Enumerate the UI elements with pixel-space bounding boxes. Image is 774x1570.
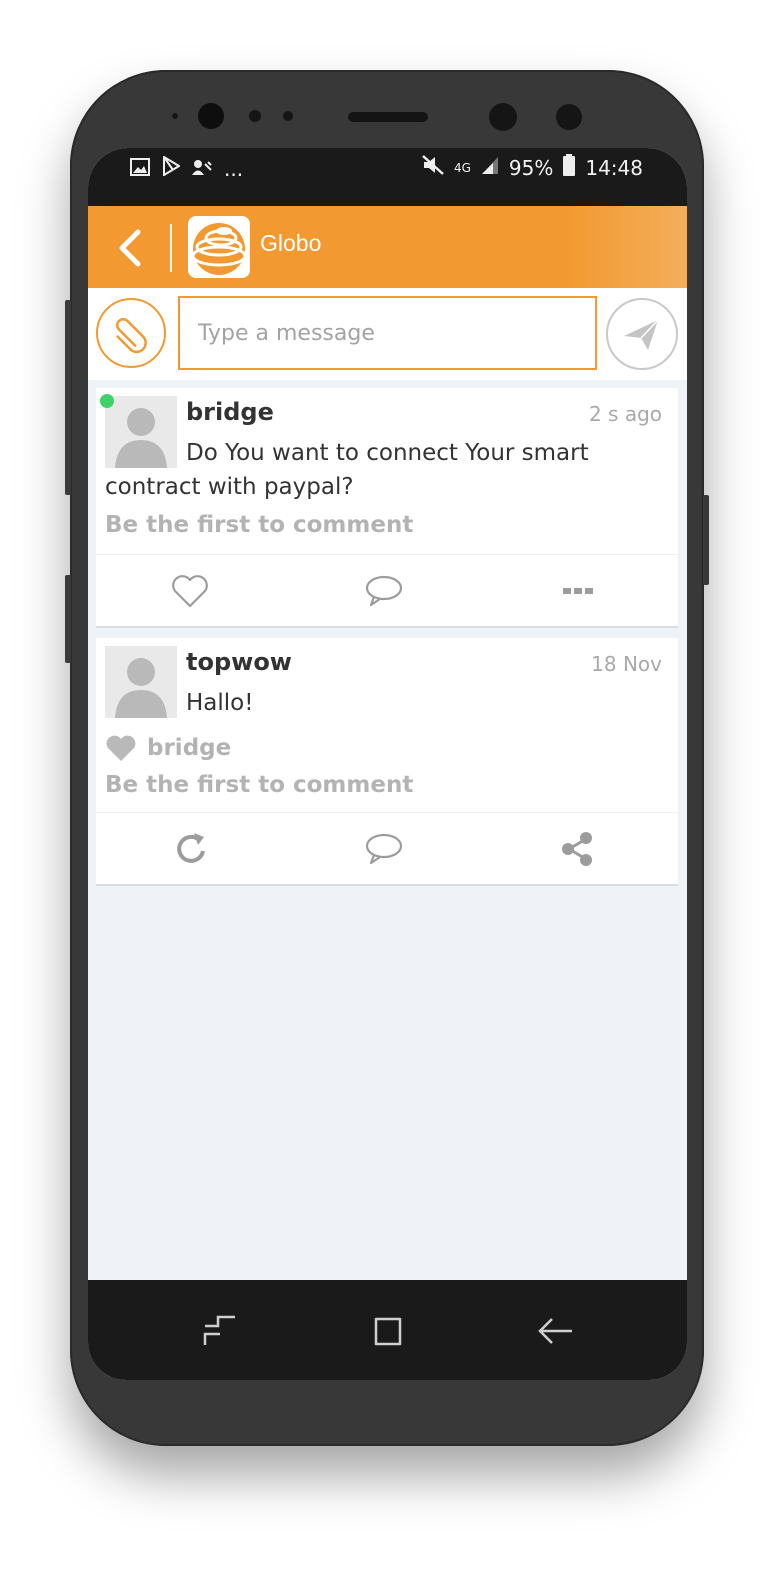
avatar[interactable] xyxy=(105,396,177,468)
app-title: Globo xyxy=(260,230,322,256)
heart-filled-icon xyxy=(106,735,136,761)
divider xyxy=(170,224,172,272)
volume-button xyxy=(65,300,71,495)
avatar[interactable] xyxy=(105,646,177,718)
iris-scanner xyxy=(489,103,517,131)
post-card: topwow 18 Nov Hallo! bridge Be the first… xyxy=(96,638,678,886)
liked-by-name: bridge xyxy=(147,735,232,761)
message-input[interactable] xyxy=(178,296,597,370)
front-camera xyxy=(198,103,224,129)
comment-button[interactable] xyxy=(362,827,406,871)
more-button[interactable] xyxy=(556,569,600,613)
image-icon xyxy=(130,157,150,181)
iris-sensor xyxy=(556,104,582,130)
signal-icon xyxy=(481,155,499,180)
post-time: 2 s ago xyxy=(588,402,662,426)
bixby-button xyxy=(65,575,71,663)
post-body: Hallo! xyxy=(186,690,254,716)
screen: ... 4G 95% 14:48 Globo Type a message br… xyxy=(88,148,687,1380)
home-button[interactable] xyxy=(368,1314,408,1348)
post-card: bridge 2 s ago Do You want to connect Yo… xyxy=(96,388,678,628)
send-button[interactable] xyxy=(606,298,678,370)
system-back-button[interactable] xyxy=(536,1314,576,1348)
battery-icon xyxy=(563,154,576,181)
network-share-icon xyxy=(192,157,212,181)
repost-icon xyxy=(177,833,205,863)
comment-button[interactable] xyxy=(362,569,406,613)
comment-prompt[interactable]: Be the first to comment xyxy=(105,512,413,538)
power-button xyxy=(703,495,709,585)
mute-icon xyxy=(422,155,444,180)
repost-button[interactable] xyxy=(170,827,214,871)
back-arrow-icon xyxy=(538,1318,572,1344)
status-right: 4G 95% 14:48 xyxy=(422,154,643,181)
sensor-dot xyxy=(283,111,293,121)
message-composer xyxy=(88,288,687,380)
chevron-left-icon xyxy=(119,229,141,267)
play-store-icon xyxy=(162,155,181,181)
more-icon xyxy=(563,588,593,594)
attach-button[interactable] xyxy=(96,298,166,368)
post-body-line2: contract with paypal? xyxy=(105,474,354,500)
liked-by[interactable]: bridge xyxy=(105,734,231,762)
network-type: 4G xyxy=(453,160,471,175)
home-icon xyxy=(374,1317,402,1346)
sensor-dot xyxy=(172,113,178,119)
heart-icon xyxy=(172,575,208,608)
comment-prompt[interactable]: Be the first to comment xyxy=(105,772,413,798)
share-button[interactable] xyxy=(556,827,600,871)
post-body-line1: Do You want to connect Your smart xyxy=(186,440,589,466)
post-actions xyxy=(96,812,678,885)
status-left: ... xyxy=(130,155,244,181)
comment-icon xyxy=(365,833,403,865)
globo-logo xyxy=(188,216,250,278)
system-nav-bar xyxy=(88,1280,687,1380)
paperclip-icon xyxy=(116,318,147,354)
post-author[interactable]: topwow xyxy=(186,648,292,676)
post-time: 18 Nov xyxy=(591,652,662,676)
share-icon xyxy=(562,832,592,866)
status-overflow: ... xyxy=(224,156,244,181)
back-button[interactable] xyxy=(114,228,148,268)
status-bar: ... 4G 95% 14:48 xyxy=(88,148,687,206)
earpiece-speaker xyxy=(348,112,428,122)
recents-button[interactable] xyxy=(200,1314,240,1348)
comment-icon xyxy=(365,575,403,607)
battery-percent: 95% xyxy=(508,155,554,180)
clock: 14:48 xyxy=(585,155,643,180)
recents-icon xyxy=(203,1315,235,1345)
online-indicator xyxy=(100,394,114,408)
post-author[interactable]: bridge xyxy=(186,398,274,426)
like-button[interactable] xyxy=(168,569,212,613)
sensor-dot xyxy=(249,110,261,122)
send-icon xyxy=(624,319,659,350)
post-actions xyxy=(96,554,678,627)
app-bar: Globo xyxy=(88,206,687,288)
